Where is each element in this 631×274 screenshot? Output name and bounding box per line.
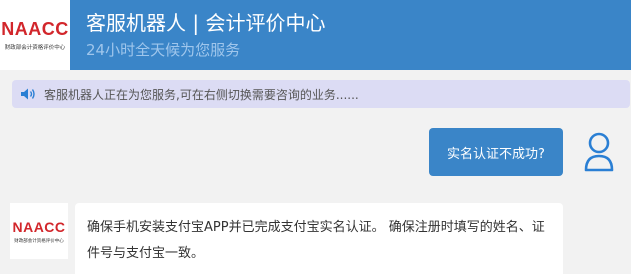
- bot-avatar-logo: NAACC 财政部会计资格评价中心: [10, 203, 68, 259]
- header-bar: NAACC 财政部会计资格评价中心 客服机器人 | 会计评价中心 24小时全天候…: [0, 0, 631, 70]
- user-message-text: 实名认证不成功?: [447, 146, 545, 162]
- bot-logo-subtitle: 财政部会计资格评价中心: [14, 238, 64, 244]
- page-title: 客服机器人 | 会计评价中心: [86, 11, 326, 35]
- bot-message-text: 确保手机安装支付宝APP并已完成支付宝实名认证。 确保注册时填写的姓名、证件号与…: [87, 220, 545, 261]
- bot-logo-text: NAACC: [12, 218, 66, 235]
- user-message-bubble: 实名认证不成功?: [429, 128, 563, 176]
- naacc-logo: NAACC 财政部会计资格评价中心: [0, 0, 70, 70]
- logo-text: NAACC: [1, 19, 69, 39]
- notice-banner: 客服机器人正在为您服务,可在右侧切换需要咨询的业务......: [12, 80, 630, 108]
- user-icon: [578, 128, 620, 176]
- logo-subtitle: 财政部会计资格评价中心: [4, 45, 66, 51]
- notice-text: 客服机器人正在为您服务,可在右侧切换需要咨询的业务......: [44, 87, 359, 102]
- bot-message-bubble: 确保手机安装支付宝APP并已完成支付宝实名认证。 确保注册时填写的姓名、证件号与…: [75, 203, 563, 274]
- page-subtitle: 24小时全天候为您服务: [86, 41, 241, 59]
- speaker-icon: [20, 86, 38, 102]
